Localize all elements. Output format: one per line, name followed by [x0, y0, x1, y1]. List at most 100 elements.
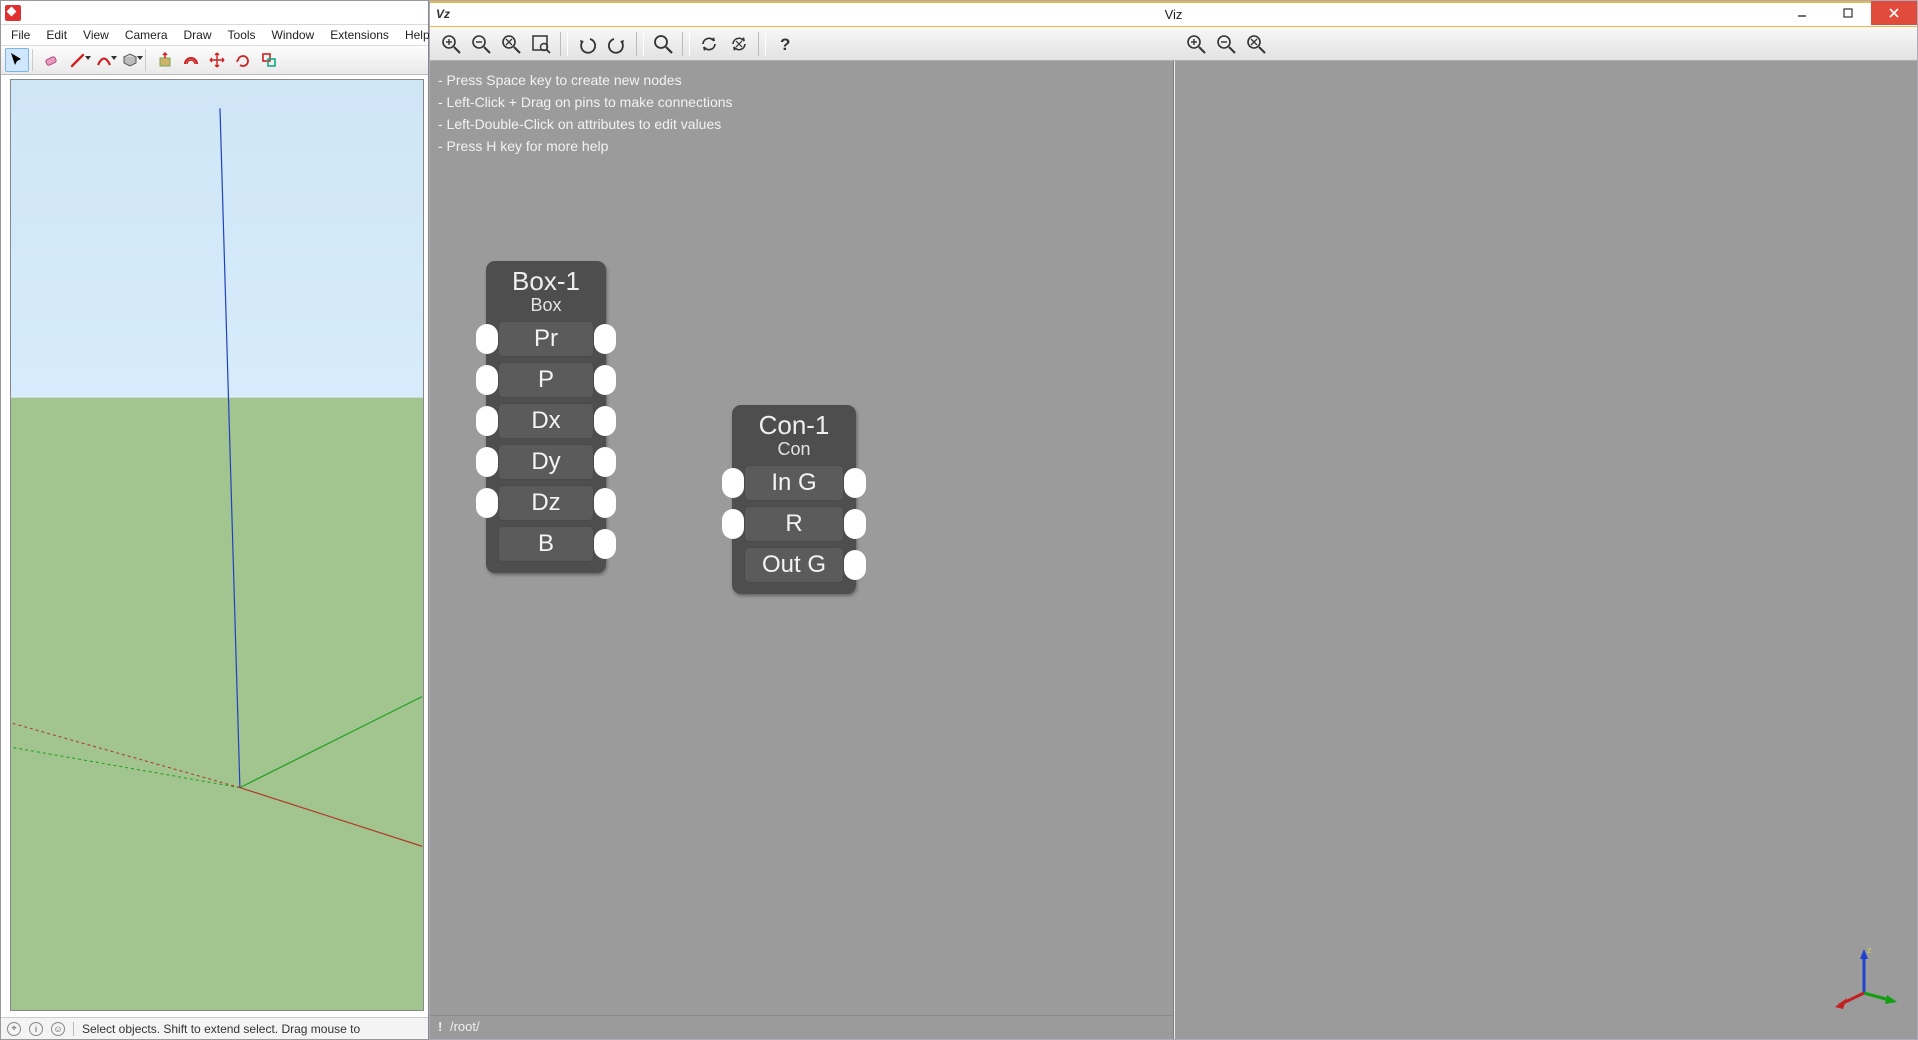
- redo-icon[interactable]: [602, 30, 632, 58]
- rotate-tool[interactable]: [231, 48, 255, 72]
- zoom-in-icon[interactable]: [1181, 30, 1211, 58]
- status-text: Select objects. Shift to extend select. …: [82, 1022, 360, 1036]
- line-tool[interactable]: [66, 48, 90, 72]
- viz-app-icon: Vz: [436, 7, 452, 23]
- toolbar-separator: [636, 32, 644, 56]
- user-icon[interactable]: ☺: [51, 1022, 65, 1036]
- node-header[interactable]: Con-1 Con: [732, 405, 856, 462]
- zoom-region-icon[interactable]: [526, 30, 556, 58]
- shape-tool[interactable]: [118, 48, 142, 72]
- node-title: Con-1: [742, 411, 846, 439]
- attr-label[interactable]: Dy: [498, 444, 594, 480]
- pin-left[interactable]: [476, 365, 498, 395]
- pin-left[interactable]: [476, 324, 498, 354]
- menu-edit[interactable]: Edit: [42, 27, 71, 43]
- pin-right[interactable]: [594, 447, 616, 477]
- menu-camera[interactable]: Camera: [121, 27, 172, 43]
- pin-right[interactable]: [594, 488, 616, 518]
- attr-label[interactable]: B: [498, 526, 594, 562]
- attr-label[interactable]: Dz: [498, 485, 594, 521]
- axis-gizmo-icon[interactable]: z: [1829, 941, 1899, 1011]
- refresh-cancel-icon[interactable]: [724, 30, 754, 58]
- sketchup-viewport[interactable]: [10, 79, 424, 1011]
- viz-statusbar: ! /root/: [430, 1015, 1173, 1039]
- pushpull-tool[interactable]: [153, 48, 177, 72]
- pin-right[interactable]: [594, 406, 616, 436]
- hint-line: - Left-Click + Drag on pins to make conn…: [438, 91, 733, 113]
- offset-tool[interactable]: [179, 48, 203, 72]
- sketchup-titlebar[interactable]: [1, 1, 428, 25]
- zoom-out-icon[interactable]: [466, 30, 496, 58]
- pin-left[interactable]: [476, 406, 498, 436]
- viz-titlebar[interactable]: Vz Viz: [430, 1, 1917, 27]
- arc-tool[interactable]: [92, 48, 116, 72]
- viz-body: - Press Space key to create new nodes - …: [430, 61, 1917, 1039]
- attr-label[interactable]: R: [744, 506, 844, 542]
- attr-label[interactable]: In G: [744, 465, 844, 501]
- attr-label[interactable]: Pr: [498, 321, 594, 357]
- scale-tool[interactable]: [257, 48, 281, 72]
- zoom-reset-icon[interactable]: [496, 30, 526, 58]
- viz-3d-panel[interactable]: z: [1175, 61, 1917, 1039]
- menu-tools[interactable]: Tools: [224, 27, 260, 43]
- toolbar-separator: [682, 32, 690, 56]
- node-row-dy: Dy: [486, 442, 606, 482]
- help-icon[interactable]: ?: [770, 30, 800, 58]
- search-icon[interactable]: [648, 30, 678, 58]
- toolbar-separator: [32, 49, 37, 71]
- pin-right[interactable]: [594, 324, 616, 354]
- pin-right[interactable]: [844, 468, 866, 498]
- node-box-1[interactable]: Box-1 Box Pr P Dx Dy Dz B: [486, 261, 606, 573]
- pin-right[interactable]: [844, 509, 866, 539]
- node-row-dz: Dz: [486, 483, 606, 523]
- node-row-in-g: In G: [732, 463, 856, 503]
- node-row-p: P: [486, 360, 606, 400]
- close-button[interactable]: [1871, 1, 1917, 25]
- node-subtitle: Con: [742, 438, 846, 460]
- minimize-button[interactable]: [1779, 1, 1825, 25]
- move-tool[interactable]: [205, 48, 229, 72]
- sketchup-logo-icon: [5, 5, 21, 21]
- svg-text:?: ?: [780, 35, 790, 54]
- menu-file[interactable]: File: [7, 27, 34, 43]
- pin-right[interactable]: [594, 365, 616, 395]
- toolbar-separator: [560, 32, 568, 56]
- pin-right[interactable]: [594, 529, 616, 559]
- status-alert-icon: !: [438, 1019, 442, 1034]
- sketchup-window: File Edit View Camera Draw Tools Window …: [0, 0, 429, 1040]
- help-hints: - Press Space key to create new nodes - …: [438, 69, 733, 157]
- geo-icon[interactable]: ⌖: [7, 1022, 21, 1036]
- node-row-dx: Dx: [486, 401, 606, 441]
- zoom-in-icon[interactable]: [436, 30, 466, 58]
- node-con-1[interactable]: Con-1 Con In G R Out G: [732, 405, 856, 594]
- pin-left[interactable]: [476, 447, 498, 477]
- node-title: Box-1: [496, 267, 596, 295]
- menu-window[interactable]: Window: [268, 27, 319, 43]
- viewport-axes-icon: [11, 80, 423, 1010]
- menu-view[interactable]: View: [79, 27, 113, 43]
- attr-label[interactable]: P: [498, 362, 594, 398]
- info-icon[interactable]: i: [29, 1022, 43, 1036]
- viz-toolbar-right: [1175, 27, 1917, 61]
- sketchup-menubar: File Edit View Camera Draw Tools Window …: [1, 25, 428, 45]
- select-tool[interactable]: [5, 48, 29, 72]
- zoom-reset-icon[interactable]: [1241, 30, 1271, 58]
- undo-icon[interactable]: [572, 30, 602, 58]
- attr-label[interactable]: Out G: [744, 547, 844, 583]
- maximize-button[interactable]: [1825, 1, 1871, 25]
- eraser-tool[interactable]: [40, 48, 64, 72]
- pin-left[interactable]: [476, 488, 498, 518]
- viz-graph-panel[interactable]: - Press Space key to create new nodes - …: [430, 61, 1174, 1039]
- node-row-b: B: [486, 524, 606, 564]
- menu-extensions[interactable]: Extensions: [326, 27, 393, 43]
- toolbar-separator: [145, 49, 150, 71]
- attr-label[interactable]: Dx: [498, 403, 594, 439]
- zoom-out-icon[interactable]: [1211, 30, 1241, 58]
- pin-left[interactable]: [722, 468, 744, 498]
- pin-right[interactable]: [844, 550, 866, 580]
- refresh-icon[interactable]: [694, 30, 724, 58]
- node-header[interactable]: Box-1 Box: [486, 261, 606, 318]
- pin-left[interactable]: [722, 509, 744, 539]
- menu-draw[interactable]: Draw: [180, 27, 216, 43]
- node-subtitle: Box: [496, 294, 596, 316]
